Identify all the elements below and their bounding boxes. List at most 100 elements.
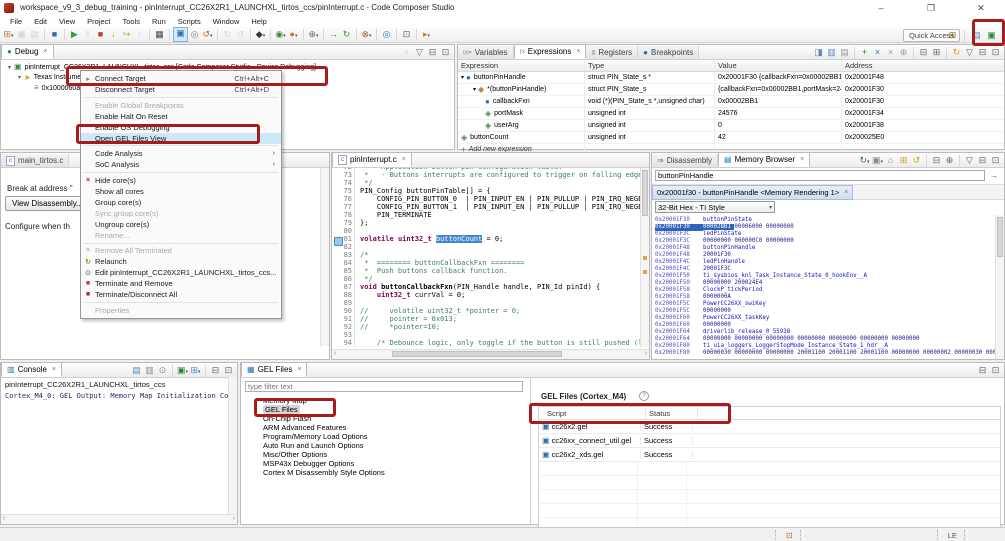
menu-item-enable-halt-on-reset[interactable]: Enable Halt On Reset <box>81 111 281 122</box>
minimize-icon[interactable]: ⊟ <box>976 154 989 167</box>
tab-main-tirtos-c[interactable]: cmain_tirtos.c <box>1 154 69 167</box>
line-number[interactable]: 78 <box>332 211 356 219</box>
tab-debug[interactable]: ●Debug× <box>1 44 54 59</box>
expand-all-icon[interactable]: ⊞ <box>930 46 943 59</box>
remove-expression-icon[interactable]: × <box>871 46 884 59</box>
memory-word[interactable]: 00000000 <box>703 322 731 328</box>
line-number[interactable]: 89 <box>332 299 356 307</box>
restart-icon[interactable]: ↺▾ <box>201 28 214 41</box>
new-target-configuration-icon[interactable]: ◆▾ <box>254 28 267 41</box>
launch-icon[interactable]: ●▾ <box>287 28 300 41</box>
line-number[interactable]: 87 <box>332 283 356 291</box>
memory-word[interactable]: 00000000 <box>734 336 765 342</box>
line-number[interactable]: 90 <box>332 307 356 315</box>
view-memory-icon[interactable]: ▦ <box>153 28 166 41</box>
new-rendering-icon[interactable]: ⊞ <box>897 154 910 167</box>
menu-item-group-core-s[interactable]: Group core(s) <box>81 197 281 208</box>
gel-filter-input[interactable] <box>245 381 523 392</box>
tab-memory-browser[interactable]: ▤Memory Browser× <box>718 152 810 167</box>
show-logical-structure-icon[interactable]: ▥ <box>825 46 838 59</box>
line-number[interactable]: 77 <box>332 203 356 211</box>
memory-rendering-tab[interactable]: 0x20001f30 - buttonPinHandle <Memory Ren… <box>652 185 853 200</box>
menu-item-disconnect-target[interactable]: Disconnect TargetCtrl+Alt+D <box>81 84 281 95</box>
close-window-button[interactable]: ✕ <box>968 2 994 14</box>
minimize-icon[interactable]: ⊟ <box>976 46 989 59</box>
memory-label-line[interactable]: 0x20001F58ClockP_tickPeriod <box>655 287 1004 294</box>
line-number[interactable]: 93 <box>332 331 356 339</box>
memory-word[interactable]: 00000000 <box>829 336 860 342</box>
tab-gel-files[interactable]: ▦GEL Files× <box>241 362 307 377</box>
memory-word[interactable]: 00000030 <box>954 350 985 356</box>
maximize-icon[interactable]: ⊡ <box>989 364 1002 377</box>
gel-tree-item-gel-files[interactable]: GEL Files <box>241 405 529 414</box>
expression-row-callbackfxn[interactable]: ●callbackFxnvoid (*)(PIN_State_s *,unsig… <box>458 96 1004 108</box>
terminate-icon[interactable]: ■ <box>94 28 107 41</box>
line-number[interactable]: 80 <box>332 227 356 235</box>
memory-word[interactable]: 00000030 <box>703 350 734 356</box>
memory-label-line[interactable]: 0x20001F5CPowerCC26XX_swiKey <box>655 301 1004 308</box>
view-menu-icon[interactable]: ▽ <box>963 46 976 59</box>
add-expression-icon[interactable]: + <box>858 46 871 59</box>
gel-script-row-cc26xx-connect-util-gel[interactable]: ▣cc26xx_connect_util.gelSuccess <box>539 434 1000 448</box>
status-launch-icon[interactable]: ⊡ <box>786 531 793 540</box>
gel-tree-item-program-memory-load-options[interactable]: Program/Memory Load Options <box>241 432 529 441</box>
maximize-icon[interactable]: ⊡ <box>989 154 1002 167</box>
memory-word[interactable]: 20001F30 <box>703 252 731 258</box>
maximize-window-button[interactable]: ❐ <box>918 2 944 14</box>
memory-label-line[interactable]: 0x20001F60PowerCC26XX_taskKey <box>655 315 1004 322</box>
resume-icon[interactable]: ▶ <box>68 28 81 41</box>
line-number[interactable]: 73 <box>332 171 356 179</box>
memory-word[interactable]: 20001100 <box>860 350 891 356</box>
split-pane-icon[interactable]: ⊟ <box>930 154 943 167</box>
overview-annotation-marker[interactable] <box>643 256 647 260</box>
column-header-value[interactable]: Value <box>715 60 842 71</box>
collapse-all-icon[interactable]: ⊟ <box>917 46 930 59</box>
menu-item-terminate-and-remove[interactable]: ■Terminate and Remove <box>81 278 281 289</box>
memory-word[interactable]: 000000C0 <box>734 238 765 244</box>
memory-word[interactable]: 00000000 <box>703 238 734 244</box>
minimize-window-button[interactable]: – <box>868 2 894 14</box>
memory-label-line[interactable]: 0x20001F80ti_uia_loggers_LoggerStopMode_… <box>655 343 1004 350</box>
memory-word[interactable]: 200024E4 <box>734 280 762 286</box>
memory-word[interactable]: 20001100 <box>829 350 860 356</box>
menu-edit[interactable]: Edit <box>28 17 53 26</box>
menu-item-terminate-disconnect-all[interactable]: ■Terminate/Disconnect All <box>81 289 281 300</box>
menu-tools[interactable]: Tools <box>117 17 147 26</box>
close-icon[interactable]: × <box>297 366 301 373</box>
tab-variables[interactable]: (x)=Variables <box>458 46 514 59</box>
memory-value-line[interactable]: 0x20001F3C00000000 000000C0 00000000 <box>655 238 1004 245</box>
memory-word[interactable]: 00000002 <box>923 350 954 356</box>
line-number[interactable]: 79 <box>332 219 356 227</box>
resume-alt-icon[interactable]: → <box>327 28 340 41</box>
memory-word[interactable]: 00000000 <box>766 224 794 230</box>
memory-label-line[interactable]: 0x20001F3CledPinState <box>655 231 1004 238</box>
open-windows-icon[interactable]: ⊡ <box>400 28 413 41</box>
memory-value-line[interactable]: 0x20001F580000000A <box>655 294 1004 301</box>
memory-word[interactable]: 20001F3C <box>703 266 731 272</box>
tab-expressions[interactable]: ƒxExpressions× <box>514 44 587 59</box>
menu-project[interactable]: Project <box>81 17 116 26</box>
line-number[interactable]: 92 <box>332 323 356 331</box>
refresh-target-icon[interactable]: ↻ <box>340 28 353 41</box>
settings-icon[interactable]: ⊕▾ <box>307 28 320 41</box>
tools-icon[interactable]: ⊗▾ <box>360 28 373 41</box>
menu-item-connect-target[interactable]: ▸Connect TargetCtrl+Alt+C <box>81 73 281 84</box>
display-selected-console-icon[interactable]: ▣▾ <box>176 364 189 377</box>
memory-label-line[interactable]: 0x20001F48buttonPinHandle <box>655 245 1004 252</box>
gel-tree-item-memory-map[interactable]: Memory Map <box>241 396 529 405</box>
open-console-icon[interactable]: ⊞▾ <box>189 364 202 377</box>
minimize-icon[interactable]: ⊟ <box>426 46 439 59</box>
menu-window[interactable]: Window <box>207 17 246 26</box>
step-over-icon[interactable]: ↪ <box>120 28 133 41</box>
gel-tree-item-on-chip-flash[interactable]: On-Chip Flash <box>241 414 529 423</box>
menu-item-show-all-cores[interactable]: Show all cores <box>81 186 281 197</box>
gel-view-sash[interactable] <box>530 378 531 525</box>
memory-word[interactable]: 00000000 <box>892 350 923 356</box>
go-home-icon[interactable]: ⌂ <box>884 154 897 167</box>
gel-tree-item-arm-advanced-features[interactable]: ARM Advanced Features <box>241 423 529 432</box>
help-icon[interactable]: ? <box>639 391 649 401</box>
expression-row-buttonpinhandle[interactable]: ▾●buttonPinHandlestruct PIN_State_s *0x2… <box>458 72 1004 84</box>
memory-word[interactable]: 20001100 <box>797 350 828 356</box>
memory-word[interactable]: 00000000 <box>892 336 920 342</box>
gel-tree-item-misc-other-options[interactable]: Misc/Other Options <box>241 450 529 459</box>
